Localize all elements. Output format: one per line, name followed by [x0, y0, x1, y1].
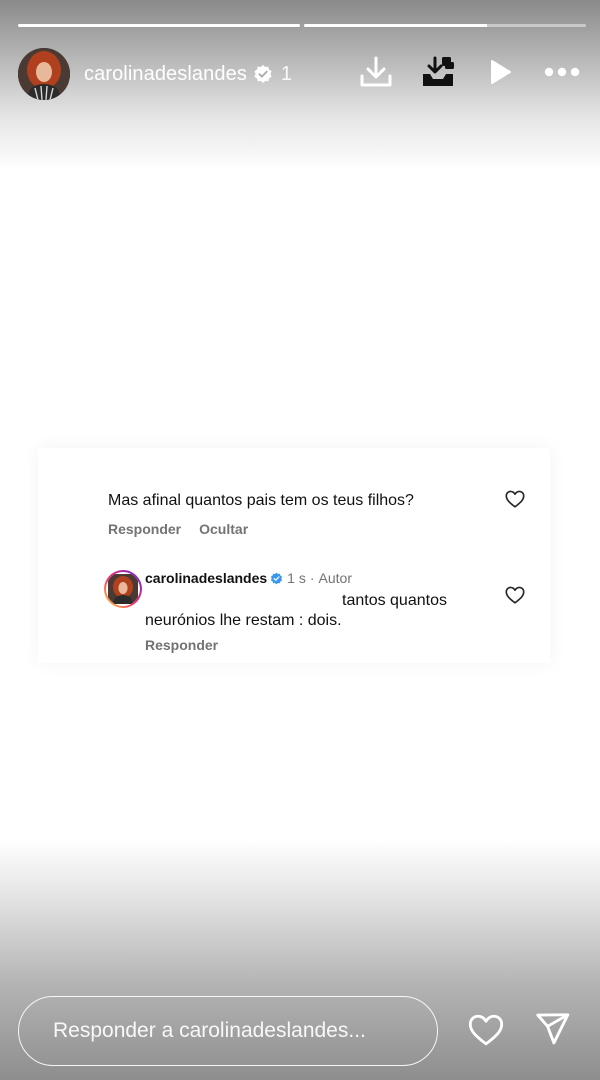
- download-icon: [358, 54, 394, 95]
- story-header: carolinadeslandes 1 h: [18, 46, 582, 102]
- comment-hide-link[interactable]: Ocultar: [199, 521, 248, 537]
- more-options-button[interactable]: [542, 54, 582, 94]
- comment-reply-link[interactable]: Responder: [108, 521, 181, 537]
- story-progress: [18, 24, 586, 28]
- reply-avatar-photo: [106, 572, 140, 606]
- download-tray-icon: [420, 54, 456, 95]
- header-actions: [356, 46, 582, 102]
- progress-fill-1: [18, 24, 300, 27]
- reply-author-label: Autor: [318, 570, 352, 586]
- avatar[interactable]: [18, 48, 70, 100]
- reply-time: 1 s: [287, 570, 306, 586]
- reply-username[interactable]: carolinadeslandes: [145, 570, 267, 586]
- reply-text-line-2: neurónios lhe restam : dois.: [145, 612, 342, 629]
- reply-header: carolinadeslandes 1 s · Autor: [145, 570, 352, 586]
- header-username[interactable]: carolinadeslandes: [84, 63, 247, 86]
- play-icon: [485, 57, 515, 92]
- verified-badge-icon: [253, 64, 273, 84]
- story-viewer: carolinadeslandes 1 h: [0, 0, 600, 1080]
- progress-segment-1: [18, 24, 300, 27]
- reply-avatar[interactable]: [104, 570, 142, 608]
- reply-verified-icon: [270, 572, 283, 585]
- play-button[interactable]: [480, 54, 520, 94]
- story-reply-input[interactable]: [18, 996, 438, 1066]
- reply-text: tantos quantos neurónios lhe restam : do…: [145, 591, 465, 631]
- reply-text-line-1: tantos quantos: [342, 592, 447, 609]
- heart-icon: [466, 1010, 506, 1053]
- story-timestamp: 1 h: [280, 62, 295, 85]
- reply-reply-link[interactable]: Responder: [145, 637, 218, 653]
- save-to-device-button[interactable]: [418, 54, 458, 94]
- download-button[interactable]: [356, 54, 396, 94]
- comment-card: Mas afinal quantos pais tem os teus filh…: [38, 448, 550, 663]
- reply-like-heart-icon[interactable]: [504, 584, 526, 606]
- progress-segment-2: [304, 24, 586, 27]
- reply-separator: ·: [309, 570, 315, 586]
- comment-like-heart-icon[interactable]: [504, 488, 526, 510]
- share-story-button[interactable]: [532, 1011, 572, 1051]
- more-icon: [543, 65, 581, 83]
- comment-actions: Responder Ocultar: [108, 521, 248, 537]
- send-icon: [533, 1010, 571, 1053]
- progress-fill-2: [304, 24, 488, 27]
- like-story-button[interactable]: [466, 1011, 506, 1051]
- comment-text: Mas afinal quantos pais tem os teus filh…: [108, 492, 414, 509]
